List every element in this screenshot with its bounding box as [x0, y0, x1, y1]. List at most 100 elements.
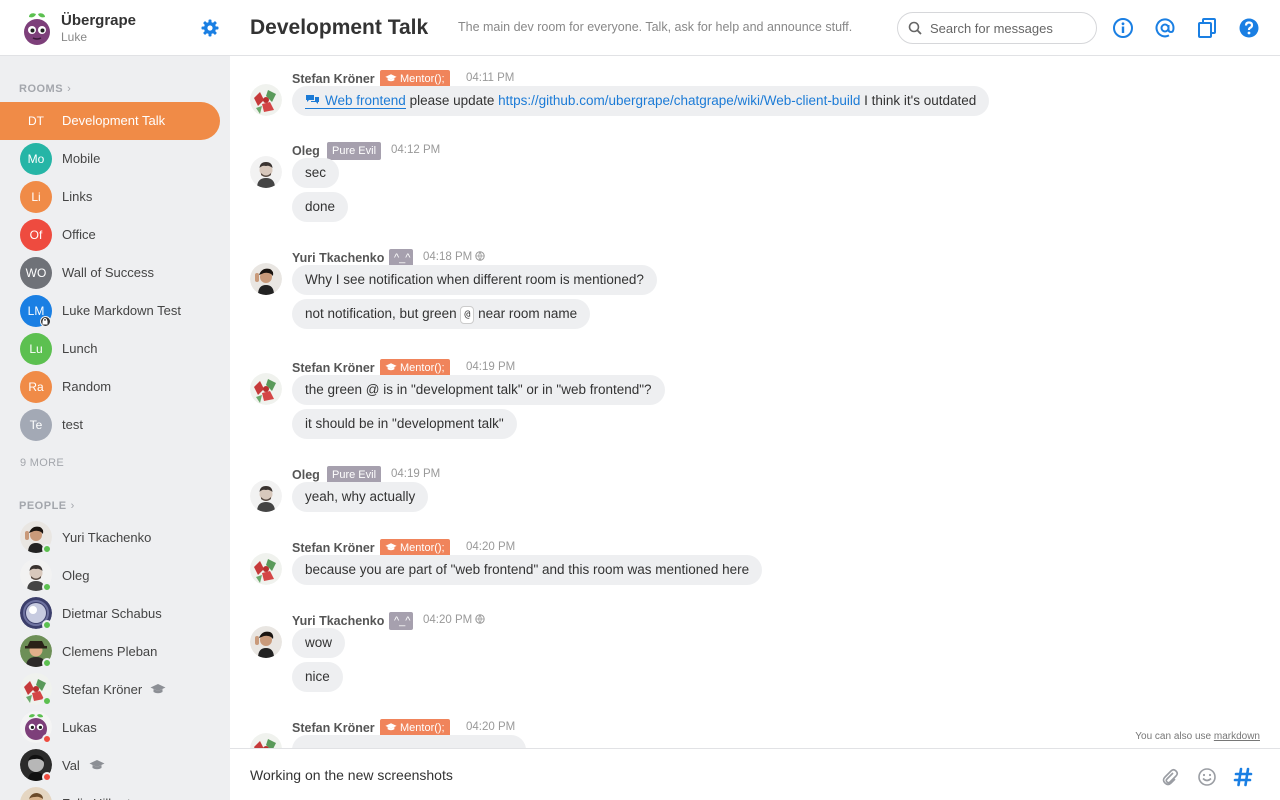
message-time-label: 04:20 PM	[466, 721, 516, 733]
message-bubble[interactable]: the green @ is in "development talk" or …	[292, 375, 665, 405]
help-icon[interactable]	[1238, 17, 1260, 39]
message-bubble[interactable]: because you are part of "web frontend" a…	[292, 555, 763, 585]
role-badge-label: Pure Evil	[332, 469, 377, 481]
person-label: Oleg	[62, 568, 90, 583]
avatar[interactable]	[250, 263, 282, 295]
shared-files-icon[interactable]	[1196, 17, 1218, 39]
room-label: Random	[62, 379, 112, 394]
message-time-label: 04:20 PM	[423, 614, 473, 626]
message-author[interactable]: Yuri Tkachenko	[292, 251, 384, 265]
person-item[interactable]: Yuri Tkachenko	[0, 518, 230, 556]
attachment-icon[interactable]	[1160, 767, 1180, 787]
message-time[interactable]: 04:19 PM	[466, 361, 515, 373]
room-item[interactable]: LM Luke Markdown Test	[0, 292, 220, 330]
message-author[interactable]: Stefan Kröner	[292, 721, 375, 735]
message-time[interactable]: 04:20 PM	[466, 721, 515, 733]
person-item[interactable]: Felix Hilbert	[0, 784, 230, 800]
rooms-heading[interactable]: ROOMS ›	[19, 83, 71, 95]
globe-icon	[475, 251, 486, 261]
mentor-cap-icon	[385, 363, 397, 371]
org-header[interactable]: Übergrape Luke	[0, 0, 230, 56]
role-badge-label: ^_^	[394, 252, 411, 264]
role-badge-label: Mentor();	[400, 362, 445, 374]
room-label: Wall of Success	[62, 265, 154, 280]
gear-icon[interactable]	[200, 18, 220, 38]
mentor-cap-icon	[385, 74, 397, 82]
avatar[interactable]	[250, 156, 282, 188]
people-heading[interactable]: PEOPLE ›	[19, 500, 75, 512]
person-item[interactable]: Dietmar Schabus	[0, 594, 230, 632]
url-link[interactable]: https://github.com/ubergrape/chatgrape/w…	[498, 93, 860, 108]
avatar[interactable]	[250, 733, 282, 748]
hashtag-search-icon[interactable]	[1233, 767, 1253, 787]
emoji-icon[interactable]	[1197, 767, 1217, 787]
message-bubble[interactable]	[292, 735, 526, 748]
room-item[interactable]: Ra Random	[0, 368, 220, 406]
message-author[interactable]: Stefan Kröner	[292, 72, 375, 86]
message-bubble[interactable]: Web frontend please update https://githu…	[292, 86, 990, 116]
message-author[interactable]: Yuri Tkachenko	[292, 614, 384, 628]
person-item[interactable]: Val	[0, 746, 230, 784]
room-avatar: WO	[20, 257, 52, 289]
message-time[interactable]: 04:20 PM	[423, 614, 486, 626]
mentor-cap-icon	[385, 723, 397, 731]
room-avatar: Li	[20, 181, 52, 213]
message-bubble[interactable]: it should be in "development talk"	[292, 409, 517, 439]
message-time[interactable]: 04:19 PM	[391, 468, 440, 480]
person-label: Clemens Pleban	[62, 644, 158, 659]
message-bubble[interactable]: yeah, why actually	[292, 482, 429, 512]
room-label: Links	[62, 189, 93, 204]
message-time[interactable]: 04:11 PM	[466, 72, 514, 84]
message-input[interactable]	[250, 767, 1130, 789]
message-list[interactable]: Stefan Kröner Mentor(); 04:11 PM Web fronte…	[230, 56, 1280, 748]
person-item[interactable]: Oleg	[0, 556, 230, 594]
status-dot	[42, 582, 52, 592]
message-bubble[interactable]: sec	[292, 158, 340, 188]
room-item[interactable]: Li Links	[0, 178, 220, 216]
message-time[interactable]: 04:18 PM	[423, 251, 486, 263]
inline-code: @	[460, 306, 475, 324]
person-item[interactable]: Lukas	[0, 708, 230, 746]
message-time[interactable]: 04:12 PM	[391, 144, 440, 156]
room-item[interactable]: DT Development Talk	[0, 102, 220, 140]
avatar[interactable]	[250, 373, 282, 405]
message-author[interactable]: Oleg	[292, 468, 320, 482]
search-box[interactable]	[897, 12, 1097, 44]
room-item[interactable]: WO Wall of Success	[0, 254, 220, 292]
room-item[interactable]: Te test	[0, 406, 220, 444]
message-time-label: 04:19 PM	[466, 361, 516, 373]
avatar[interactable]	[250, 480, 282, 512]
grape-logo-icon	[24, 13, 50, 45]
message-bubble[interactable]: wow	[292, 628, 346, 658]
room-item[interactable]: Of Office	[0, 216, 220, 254]
message-time[interactable]: 04:20 PM	[466, 541, 515, 553]
message-text: not notification, but green	[305, 306, 461, 321]
search-input[interactable]	[930, 19, 1090, 37]
room-item[interactable]: Lu Lunch	[0, 330, 220, 368]
message-author[interactable]: Oleg	[292, 144, 320, 158]
more-rooms-link[interactable]: 9 MORE	[20, 457, 64, 469]
mentor-cap-icon	[385, 543, 397, 551]
message-bubble[interactable]: Why I see notification when different ro…	[292, 265, 657, 295]
message-author[interactable]: Stefan Kröner	[292, 541, 375, 555]
message-time-label: 04:12 PM	[391, 144, 441, 156]
mentions-icon[interactable]	[1154, 17, 1176, 39]
info-icon[interactable]	[1112, 17, 1134, 39]
message-bubble[interactable]: done	[292, 192, 349, 222]
role-badge-label: Mentor();	[400, 722, 445, 734]
markdown-link[interactable]: markdown	[1214, 731, 1260, 742]
message-author[interactable]: Stefan Kröner	[292, 361, 375, 375]
person-item[interactable]: Stefan Kröner	[0, 670, 230, 708]
message-bubble[interactable]: nice	[292, 662, 343, 692]
room-mention-link[interactable]: Web frontend	[305, 93, 406, 109]
person-label: Felix Hilbert	[62, 796, 131, 800]
message-bubble[interactable]: not notification, but green @ near room …	[292, 299, 591, 329]
org-name: Übergrape	[61, 12, 137, 29]
avatar[interactable]	[250, 84, 282, 116]
person-label: Dietmar Schabus	[62, 606, 162, 621]
avatar[interactable]	[250, 553, 282, 585]
avatar[interactable]	[250, 626, 282, 658]
room-item[interactable]: Mo Mobile	[0, 140, 220, 178]
room-header: Development Talk The main dev room for e…	[230, 0, 1280, 56]
person-item[interactable]: Clemens Pleban	[0, 632, 230, 670]
